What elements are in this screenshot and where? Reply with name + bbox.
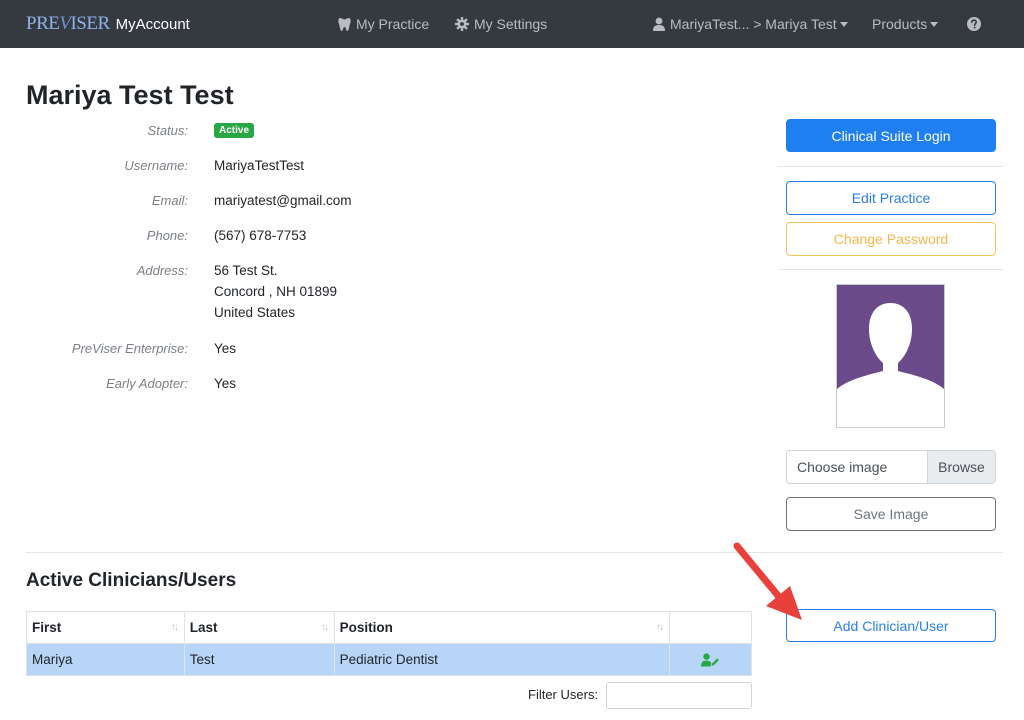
divider (778, 269, 1003, 270)
browse-button[interactable]: Browse (927, 451, 995, 483)
status-badge: Active (214, 123, 254, 138)
nav-my-practice-label: My Practice (356, 16, 429, 32)
cell-first: Mariya (27, 644, 185, 676)
brand[interactable]: PREVISER MyAccount (26, 0, 190, 48)
nav-products[interactable]: Products (872, 0, 938, 48)
choose-image-label: Choose image (787, 451, 927, 483)
page-title: Mariya Test Test (26, 80, 234, 111)
address-line-3: United States (214, 302, 295, 323)
chevron-down-icon (840, 22, 848, 27)
edit-practice-button[interactable]: Edit Practice (786, 181, 996, 215)
nav-my-settings-label: My Settings (474, 16, 547, 32)
address-line-2: Concord , NH 01899 (214, 281, 337, 302)
edit-user-icon[interactable] (701, 653, 720, 667)
annotation-arrow-icon (726, 538, 808, 626)
change-password-button[interactable]: Change Password (786, 222, 996, 256)
add-clinician-button[interactable]: Add Clinician/User (786, 609, 996, 642)
cell-last: Test (184, 644, 334, 676)
clinicians-table: First↑↓ Last↑↓ Position↑↓ Mariya Test Pe… (26, 611, 752, 676)
column-header-last[interactable]: Last↑↓ (184, 612, 334, 644)
username-value: MariyaTestTest (214, 155, 304, 176)
brand-text: MyAccount (116, 16, 190, 33)
status-label: Status: (0, 123, 188, 138)
avatar (836, 284, 945, 428)
profile-placeholder-icon (837, 285, 944, 427)
table-row[interactable]: Mariya Test Pediatric Dentist (27, 644, 752, 676)
gear-icon (455, 17, 469, 31)
table-header-row: First↑↓ Last↑↓ Position↑↓ (27, 612, 752, 644)
sort-icon: ↑↓ (171, 622, 177, 633)
chevron-down-icon (930, 22, 938, 27)
nav-user-menu-label: MariyaTest... > Mariya Test (670, 16, 837, 32)
top-navbar: PREVISER MyAccount My Practice My Settin… (0, 0, 1024, 48)
address-line-1: 56 Test St. (214, 260, 278, 281)
phone-value: (567) 678-7753 (214, 225, 306, 246)
filter-users-input[interactable] (606, 682, 752, 709)
nav-user-menu[interactable]: MariyaTest... > Mariya Test (653, 0, 848, 48)
filter-users-label: Filter Users: (528, 687, 598, 702)
early-adopter-value: Yes (214, 373, 236, 394)
nav-products-label: Products (872, 16, 927, 32)
nav-help[interactable] (967, 0, 986, 48)
brand-logo: PREVISER (26, 13, 110, 35)
help-icon (967, 17, 981, 31)
nav-my-settings[interactable]: My Settings (455, 0, 547, 48)
choose-image-input[interactable]: Choose image Browse (786, 450, 996, 484)
email-value: mariyatest@gmail.com (214, 190, 352, 211)
sort-icon: ↑↓ (656, 622, 662, 633)
clinical-suite-login-button[interactable]: Clinical Suite Login (786, 119, 996, 152)
divider (778, 166, 1003, 167)
early-adopter-label: Early Adopter: (0, 376, 188, 391)
phone-label: Phone: (0, 228, 188, 243)
clinicians-section-title: Active Clinicians/Users (26, 570, 236, 592)
email-label: Email: (0, 193, 188, 208)
sort-icon: ↑↓ (321, 622, 327, 633)
address-label: Address: (0, 263, 188, 278)
column-header-position[interactable]: Position↑↓ (334, 612, 669, 644)
enterprise-value: Yes (214, 338, 236, 359)
username-label: Username: (0, 158, 188, 173)
nav-my-practice[interactable]: My Practice (338, 0, 429, 48)
column-header-first[interactable]: First↑↓ (27, 612, 185, 644)
tooth-icon (338, 17, 351, 32)
enterprise-label: PreViser Enterprise: (0, 341, 188, 356)
cell-actions (670, 644, 752, 676)
section-divider (26, 552, 1003, 553)
cell-position: Pediatric Dentist (334, 644, 669, 676)
user-icon (653, 17, 665, 31)
save-image-button[interactable]: Save Image (786, 497, 996, 531)
